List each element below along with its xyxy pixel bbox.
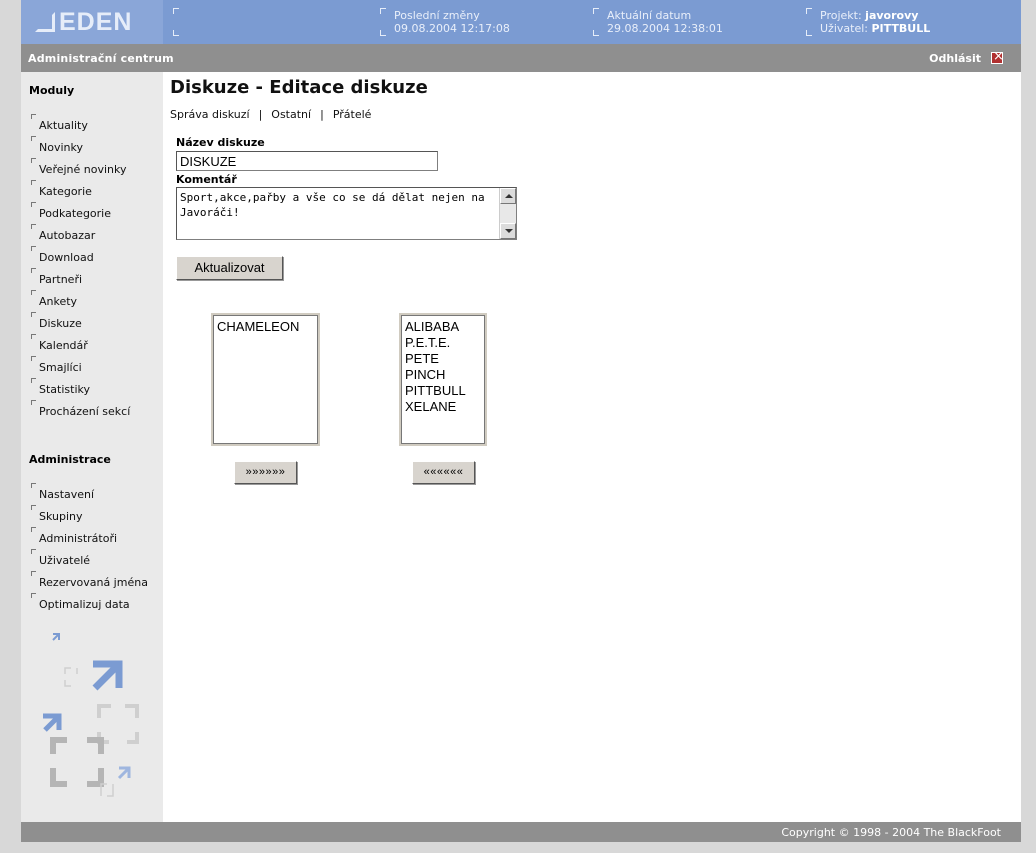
list-item[interactable]: P.E.T.E.: [405, 335, 481, 351]
sidebar-item-podkategorie[interactable]: Podkategorie: [31, 202, 111, 220]
modules-heading: Moduly: [29, 84, 75, 97]
user-value: PITTBULL: [871, 22, 931, 35]
update-button[interactable]: Aktualizovat: [176, 256, 283, 280]
sidebar-item-ankety[interactable]: Ankety: [31, 290, 77, 308]
sidebar-item-novinky[interactable]: Novinky: [31, 136, 83, 154]
app-frame: EDEN Poslední změny 09.08.2004 12:17:08 …: [21, 0, 1021, 842]
admin-center-title: Administrační centrum: [28, 52, 174, 65]
user-line: Uživatel: PITTBULL: [820, 22, 930, 35]
sidebar-item-statistiky[interactable]: Statistiky: [31, 378, 90, 396]
administration-heading: Administrace: [29, 453, 111, 466]
copyright-text: Copyright © 1998 - 2004 The BlackFoot: [781, 826, 1001, 839]
sidebar-item-smajlici[interactable]: Smajlíci: [31, 356, 82, 374]
list-item[interactable]: XELANE: [405, 399, 481, 415]
corner-decoration: [806, 8, 812, 14]
corner-decoration: [380, 30, 386, 36]
sidebar-item-nastaveni[interactable]: Nastavení: [31, 483, 94, 501]
sidebar: Moduly Aktuality Novinky Veřejné novinky…: [21, 72, 163, 822]
last-changes-value: 09.08.2004 12:17:08: [394, 22, 510, 35]
comment-scrollbar[interactable]: [499, 188, 516, 239]
corner-decoration: [593, 8, 599, 14]
project-line: Projekt: javorovy: [820, 9, 930, 22]
sidebar-item-aktuality[interactable]: Aktuality: [31, 114, 88, 132]
list-item[interactable]: PINCH: [405, 367, 481, 383]
move-right-button[interactable]: »»»»»»: [234, 461, 297, 484]
list-item[interactable]: PITTBULL: [405, 383, 481, 399]
page-title: Diskuze - Editace diskuze: [170, 77, 428, 98]
last-changes: Poslední změny 09.08.2004 12:17:08: [394, 9, 510, 35]
comment-textarea[interactable]: Sport,akce,pařby a vše co se dá dělat ne…: [179, 190, 497, 238]
sidebar-item-autobazar[interactable]: Autobazar: [31, 224, 95, 242]
move-left-button[interactable]: ««««««: [412, 461, 475, 484]
friends-list[interactable]: ALIBABA P.E.T.E. PETE PINCH PITTBULL XEL…: [399, 313, 487, 446]
subnav-separator: |: [258, 108, 263, 121]
sidebar-item-kategorie[interactable]: Kategorie: [31, 180, 92, 198]
last-changes-label: Poslední změny: [394, 9, 480, 22]
comment-label: Komentář: [176, 173, 237, 186]
logout-icon[interactable]: [991, 49, 1004, 64]
list-item[interactable]: PETE: [405, 351, 481, 367]
sidebar-item-rezervovana-jmena[interactable]: Rezervovaná jména: [31, 571, 148, 589]
footer: Copyright © 1998 - 2004 The BlackFoot: [21, 822, 1021, 842]
scroll-up-arrow-icon[interactable]: [500, 188, 516, 204]
subnav-ostatni[interactable]: Ostatní: [271, 108, 311, 121]
corner-decoration: [806, 30, 812, 36]
sidebar-item-verejne-novinky[interactable]: Veřejné novinky: [31, 158, 127, 176]
discussion-name-label: Název diskuze: [176, 136, 265, 149]
current-date-value: 29.08.2004 12:38:01: [607, 22, 723, 35]
subnav-pratele[interactable]: Přátelé: [333, 108, 372, 121]
sidebar-item-prochazeni-sekci[interactable]: Procházení sekcí: [31, 400, 130, 418]
sidebar-item-uzivatele[interactable]: Uživatelé: [31, 549, 90, 567]
logout-link[interactable]: Odhlásit: [929, 52, 981, 65]
subnav-separator: |: [320, 108, 324, 121]
subnav: Správa diskuzí | Ostatní | Přátelé: [170, 108, 371, 121]
project-value: javorovy: [865, 9, 919, 22]
admin-bar: Administrační centrum Odhlásit: [21, 44, 1021, 72]
sidebar-item-diskuze[interactable]: Diskuze: [31, 312, 82, 330]
user-label: Uživatel:: [820, 22, 868, 35]
decorative-arrows-graphic: [43, 633, 139, 797]
project-label: Projekt:: [820, 9, 862, 22]
list-item[interactable]: ALIBABA: [405, 319, 481, 335]
sidebar-item-administratori[interactable]: Administrátoři: [31, 527, 117, 545]
top-header: EDEN Poslední změny 09.08.2004 12:17:08 …: [21, 0, 1021, 44]
discussion-name-input[interactable]: [176, 151, 438, 171]
comment-box: Sport,akce,pařby a vše co se dá dělat ne…: [176, 187, 517, 240]
current-date-label: Aktuální datum: [607, 9, 692, 22]
sidebar-item-kalendar[interactable]: Kalendář: [31, 334, 88, 352]
sidebar-item-partneri[interactable]: Partneři: [31, 268, 82, 286]
corner-decoration: [173, 8, 179, 14]
corner-decoration: [380, 8, 386, 14]
logo-mark-icon: [35, 12, 55, 32]
current-date: Aktuální datum 29.08.2004 12:38:01: [607, 9, 723, 35]
corner-decoration: [593, 30, 599, 36]
scroll-down-arrow-icon[interactable]: [500, 223, 516, 239]
list-item[interactable]: CHAMELEON: [217, 319, 314, 335]
sidebar-item-optimalizuj-data[interactable]: Optimalizuj data: [31, 593, 130, 611]
available-users-list[interactable]: CHAMELEON: [211, 313, 320, 446]
sidebar-item-download[interactable]: Download: [31, 246, 94, 264]
logo-text: EDEN: [59, 8, 133, 36]
logo: EDEN: [35, 8, 132, 37]
sidebar-item-skupiny[interactable]: Skupiny: [31, 505, 83, 523]
corner-decoration: [173, 30, 179, 36]
project-user-info: Projekt: javorovy Uživatel: PITTBULL: [820, 9, 930, 35]
logo-area: EDEN: [21, 0, 163, 44]
subnav-sprava-diskuzi[interactable]: Správa diskuzí: [170, 108, 250, 121]
